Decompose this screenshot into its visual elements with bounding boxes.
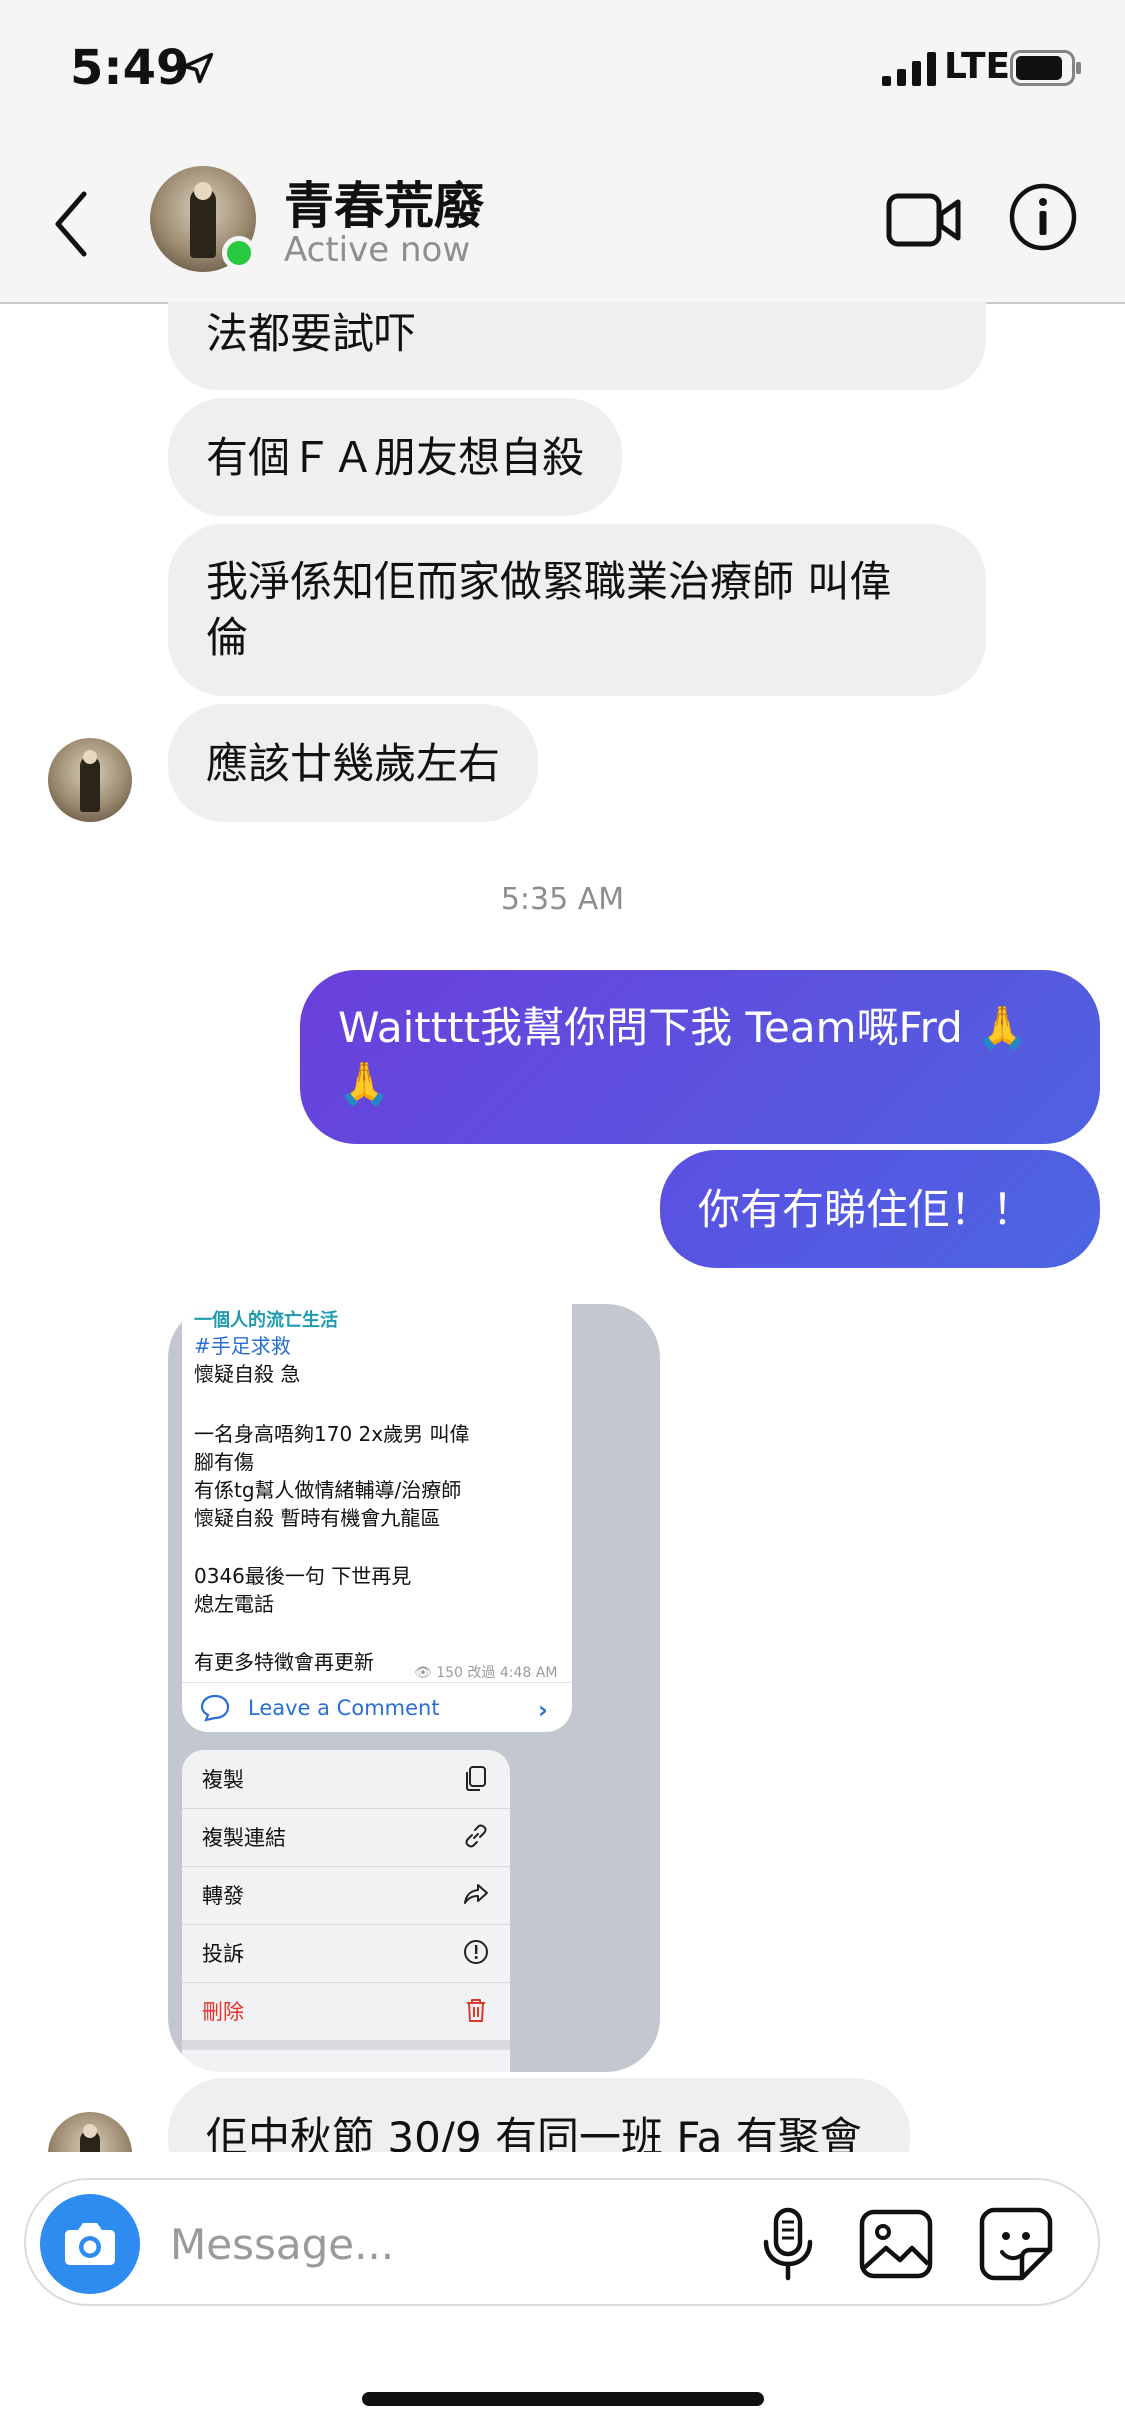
- sticker-icon[interactable]: [978, 2206, 1054, 2282]
- incoming-message[interactable]: 我淨係知佢而家做緊職業治療師 叫偉 倫: [168, 524, 986, 696]
- status-bar: 5:49 LTE: [0, 0, 1125, 140]
- menu-item-report: 投訴: [182, 1924, 510, 1983]
- chat-header: 青春荒廢 Active now: [0, 140, 1125, 304]
- network-type: LTE: [944, 46, 1011, 87]
- battery-icon: [1010, 50, 1081, 86]
- menu-item-copy-link: 複製連結: [182, 1808, 510, 1867]
- cellular-signal-icon: [882, 52, 936, 86]
- shared-screenshot-image[interactable]: 一個人的流亡生活 #手足求救 懷疑自殺 急 一名身高唔夠170 2x歲男 叫偉 …: [168, 1304, 660, 2072]
- message-timestamp: 5:35 AM: [500, 882, 625, 917]
- shared-post-card: 一個人的流亡生活 #手足求救 懷疑自殺 急 一名身高唔夠170 2x歲男 叫偉 …: [182, 1304, 572, 1732]
- link-icon: [465, 1824, 487, 1848]
- post-meta: 👁 150 改過 4:48 AM: [414, 1665, 558, 1681]
- copy-icon: [466, 1766, 486, 1791]
- menu-item-delete: 刪除: [182, 1982, 510, 2041]
- home-indicator: [362, 2392, 764, 2406]
- trash-icon: [467, 1999, 485, 2022]
- incoming-message[interactable]: 法都要試吓: [168, 302, 986, 390]
- leave-comment-link: Leave a Comment: [248, 1696, 440, 1720]
- camera-button[interactable]: [40, 2194, 140, 2294]
- incoming-message[interactable]: 應該廿幾歲左右: [168, 704, 539, 822]
- info-icon[interactable]: [1008, 182, 1078, 252]
- post-hashtag: #手足求救: [194, 1334, 291, 1358]
- contact-name[interactable]: 青春荒廢: [284, 166, 484, 238]
- chevron-right-icon: ›: [538, 1696, 548, 1724]
- outgoing-message[interactable]: 你有冇睇住佢！！: [660, 1150, 1100, 1268]
- post-channel-name: 一個人的流亡生活: [194, 1310, 338, 1331]
- forward-icon: [464, 1884, 488, 1904]
- microphone-icon[interactable]: [752, 2206, 824, 2282]
- report-icon: [464, 1940, 488, 1964]
- online-status-dot: [222, 236, 256, 270]
- eye-icon: 👁: [414, 1665, 432, 1681]
- context-menu: 複製 複製連結 轉發 投訴 刪除: [182, 1750, 510, 2072]
- comment-bubble-icon: [200, 1694, 230, 1722]
- video-call-icon[interactable]: [886, 190, 962, 250]
- contact-avatar-small[interactable]: [48, 2112, 132, 2152]
- gallery-icon[interactable]: [858, 2208, 934, 2280]
- status-time: 5:49: [70, 40, 190, 96]
- message-thread[interactable]: 法都要試吓 有個ＦＡ朋友想自殺 我淨係知佢而家做緊職業治療師 叫偉 倫 應該廿幾…: [0, 302, 1125, 2152]
- contact-avatar-small[interactable]: [48, 738, 132, 822]
- menu-item-copy: 複製: [182, 1750, 510, 1809]
- incoming-message[interactable]: 有個ＦＡ朋友想自殺: [168, 398, 623, 516]
- message-composer: [24, 2178, 1100, 2306]
- active-status: Active now: [284, 230, 471, 270]
- incoming-message[interactable]: 佢中秋節 30/9 有同一班 Fa 有聚會: [168, 2078, 910, 2152]
- location-arrow-icon: [182, 52, 214, 84]
- message-input[interactable]: [168, 2214, 732, 2274]
- outgoing-message[interactable]: Waitttt我幫你問下我 Team嘅Frd 🙏 🙏: [300, 970, 1100, 1144]
- back-button[interactable]: [46, 184, 96, 264]
- menu-item-forward: 轉發: [182, 1866, 510, 1925]
- camera-icon: [65, 2223, 115, 2265]
